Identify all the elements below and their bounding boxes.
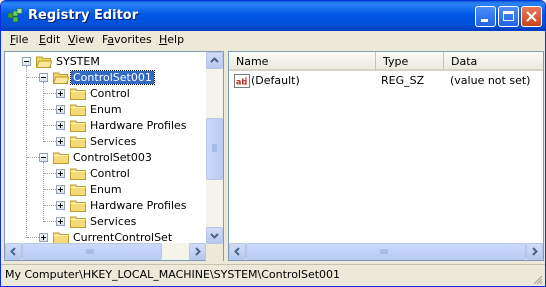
- status-bar: My Computer\HKEY_LOCAL_MACHINE\SYSTEM\Co…: [1, 264, 545, 286]
- expand-icon[interactable]: [56, 169, 65, 178]
- maximize-icon: [503, 11, 514, 21]
- chevron-right-icon: [195, 247, 201, 256]
- scroll-right-button[interactable]: [189, 243, 206, 260]
- tree-item-services[interactable]: Services: [5, 134, 205, 150]
- scroll-left-button[interactable]: [5, 243, 22, 260]
- key-tree-pane[interactable]: SYSTEM ControlSet001 Control Enum Hardware P…: [4, 51, 224, 261]
- close-icon: [526, 11, 537, 22]
- tree-item-label: Hardware Profiles: [90, 119, 187, 132]
- tree-item-services[interactable]: Services: [5, 214, 205, 230]
- registry-editor-icon: [7, 8, 23, 23]
- column-header-name[interactable]: Name: [229, 52, 376, 71]
- folder-icon: [70, 182, 86, 196]
- chevron-right-icon: [532, 247, 538, 256]
- chevron-up-icon: [210, 57, 219, 63]
- chevron-left-icon: [234, 247, 240, 256]
- tree-item-enum[interactable]: Enum: [5, 182, 205, 198]
- tree-item-label: Control: [90, 167, 130, 180]
- grip-lines-icon: [380, 249, 388, 254]
- expand-icon[interactable]: [56, 105, 65, 114]
- value-data: (value not set): [450, 74, 531, 87]
- chevron-down-icon: [210, 233, 219, 239]
- tree-item-label: Services: [90, 135, 137, 148]
- scroll-left-button[interactable]: [229, 243, 246, 260]
- menu-file[interactable]: File: [10, 33, 28, 46]
- registry-editor-window: Registry Editor File Edit View Favorites…: [0, 0, 546, 287]
- tree-vertical-scroll-thumb[interactable]: [206, 118, 223, 180]
- folder-icon: [70, 166, 86, 180]
- tree-item-system[interactable]: SYSTEM: [5, 54, 205, 70]
- title-bar[interactable]: Registry Editor: [1, 1, 545, 31]
- collapse-icon[interactable]: [22, 57, 31, 66]
- folder-icon: [70, 198, 86, 212]
- status-path: My Computer\HKEY_LOCAL_MACHINE\SYSTEM\Co…: [5, 268, 341, 281]
- folder-icon: [70, 86, 86, 100]
- chevron-left-icon: [10, 247, 16, 256]
- close-button[interactable]: [521, 6, 542, 27]
- grip-lines-icon: [212, 144, 217, 152]
- tree-item-label: SYSTEM: [56, 55, 100, 68]
- expand-icon[interactable]: [56, 185, 65, 194]
- value-name: (Default): [251, 74, 300, 87]
- folder-icon: [70, 118, 86, 132]
- folder-icon: [53, 150, 69, 164]
- tree-item-controlset001[interactable]: ControlSet001: [5, 70, 205, 86]
- resize-grip-icon[interactable]: [531, 273, 543, 285]
- tree-item-label: ControlSet003: [73, 151, 152, 164]
- tree-horizontal-scroll-thumb[interactable]: [22, 243, 162, 260]
- scrollbar-corner: [206, 244, 223, 261]
- values-list-pane[interactable]: Name Type Data ab (Default) REG_SZ (valu…: [228, 51, 544, 261]
- menu-edit[interactable]: Edit: [39, 33, 60, 46]
- menu-view[interactable]: View: [68, 33, 94, 46]
- tree-item-label: Enum: [90, 183, 122, 196]
- tree-item-label: Enum: [90, 103, 122, 116]
- string-value-icon: ab: [234, 74, 250, 88]
- minimize-icon: [481, 19, 488, 22]
- tree-item-controlset003[interactable]: ControlSet003: [5, 150, 205, 166]
- tree-item-control[interactable]: Control: [5, 166, 205, 182]
- folder-icon: [70, 102, 86, 116]
- collapse-icon[interactable]: [39, 73, 48, 82]
- expand-icon[interactable]: [39, 233, 48, 242]
- tree-item-hardware-profiles[interactable]: Hardware Profiles: [5, 198, 205, 214]
- list-horizontal-scrollbar[interactable]: [229, 243, 543, 260]
- column-header-type[interactable]: Type: [376, 52, 444, 71]
- grip-lines-icon: [86, 249, 94, 254]
- collapse-icon[interactable]: [39, 153, 48, 162]
- tree-item-label: ControlSet001: [70, 70, 155, 85]
- window-title: Registry Editor: [28, 8, 139, 23]
- scroll-down-button[interactable]: [206, 227, 223, 244]
- column-header-data-label: Data: [451, 55, 478, 68]
- maximize-button[interactable]: [498, 6, 519, 27]
- expand-icon[interactable]: [56, 89, 65, 98]
- menu-help[interactable]: Help: [159, 33, 184, 46]
- tree-horizontal-scrollbar[interactable]: [5, 243, 206, 260]
- tree-item-label: Hardware Profiles: [90, 199, 187, 212]
- open-folder-icon: [36, 54, 52, 68]
- expand-icon[interactable]: [56, 137, 65, 146]
- tree-item-hardware-profiles[interactable]: Hardware Profiles: [5, 118, 205, 134]
- folder-icon: [70, 134, 86, 148]
- menu-favorites[interactable]: Favorites: [102, 33, 152, 46]
- list-horizontal-scroll-thumb[interactable]: [246, 243, 526, 260]
- expand-icon[interactable]: [56, 217, 65, 226]
- tree-item-label: Services: [90, 215, 137, 228]
- value-type: REG_SZ: [381, 74, 425, 87]
- folder-icon: [70, 214, 86, 228]
- scroll-right-button[interactable]: [526, 243, 543, 260]
- column-header-data[interactable]: Data: [444, 52, 543, 71]
- folder-icon: [53, 230, 69, 244]
- menu-bar: File Edit View Favorites Help: [1, 31, 545, 50]
- tree-item-label: Control: [90, 87, 130, 100]
- tree-item-control[interactable]: Control: [5, 86, 205, 102]
- tree-vertical-scrollbar[interactable]: [206, 52, 223, 244]
- expand-icon[interactable]: [56, 121, 65, 130]
- column-header-type-label: Type: [383, 55, 409, 68]
- scroll-up-button[interactable]: [206, 52, 223, 69]
- column-header-name-label: Name: [236, 55, 269, 68]
- open-folder-icon: [53, 70, 69, 84]
- minimize-button[interactable]: [475, 6, 496, 27]
- expand-icon[interactable]: [56, 201, 65, 210]
- tree-item-enum[interactable]: Enum: [5, 102, 205, 118]
